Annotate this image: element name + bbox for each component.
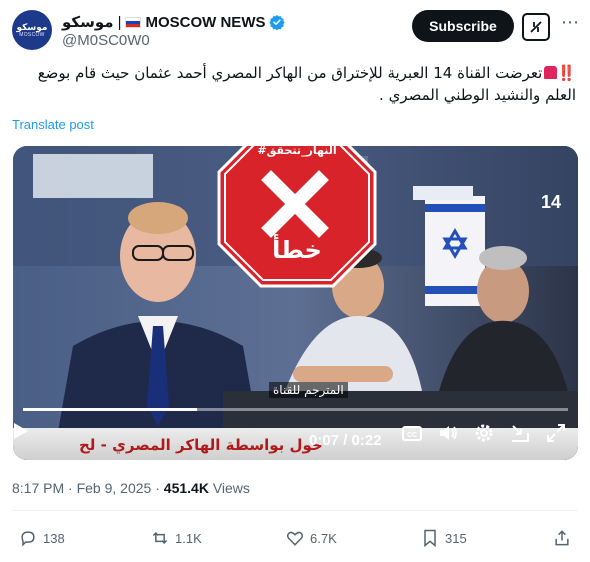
share-button[interactable] [552, 528, 572, 548]
meta-dot: · [68, 480, 73, 496]
post-text: ‼️تعرضت القناة 14 العبرية للإختراق من ال… [10, 62, 576, 106]
channel-number: 14 [541, 192, 561, 212]
post-date[interactable]: Feb 9, 2025 [77, 480, 152, 496]
fullscreen-icon[interactable] [545, 422, 567, 444]
reply-count: 138 [43, 530, 65, 546]
video-frame: 14 #النهار_تتحقق خطأ [13, 146, 578, 460]
false-rating-stamp [217, 146, 377, 288]
heart-icon [286, 531, 304, 546]
video-subtitle: المترجم للقناة [269, 382, 348, 398]
views-label: Views [212, 480, 250, 496]
like-count: 6.7K [310, 530, 337, 546]
post-body: تعرضت القناة 14 العبرية للإختراق من الها… [37, 64, 576, 104]
video-progress-bar[interactable] [23, 408, 568, 411]
display-name-english: MOSCOW NEWS [145, 13, 266, 31]
avatar-logo-arabic: موسكو [16, 22, 48, 32]
settings-gear-icon[interactable] [473, 422, 495, 444]
volume-icon[interactable] [437, 422, 459, 444]
subscribe-button[interactable]: Subscribe [412, 10, 514, 42]
display-name-arabic: موسكو [62, 13, 114, 31]
post-time[interactable]: 8:17 PM [12, 480, 64, 496]
picture-in-picture-icon[interactable] [509, 422, 531, 444]
svg-text:CC: CC [407, 432, 417, 439]
repost-button[interactable]: 1.1K [150, 528, 202, 548]
avatar-logo-english: MOSCOW [19, 32, 45, 38]
avatar[interactable]: موسكو MOSCOW [12, 10, 52, 50]
double-exclamation-emoji: ‼️ [557, 64, 576, 82]
video-player[interactable]: 14 #النهار_تتحقق خطأ المترجم للقناة حول … [13, 146, 578, 460]
translate-post-link[interactable]: Translate post [12, 117, 94, 132]
bookmark-button[interactable]: 315 [420, 528, 467, 548]
grok-icon[interactable] [522, 13, 550, 41]
video-controls: 0:07 / 0:22 CC [13, 422, 578, 460]
more-icon[interactable]: ⋯ [560, 13, 580, 34]
post-header: موسكو MOSCOW موسكو | MOSCOW NEWS @M0SC0W… [12, 10, 580, 54]
reply-icon [21, 531, 35, 547]
like-button[interactable]: 6.7K [285, 528, 337, 548]
divider [12, 510, 578, 511]
russia-flag-icon [125, 16, 142, 28]
display-name[interactable]: موسكو | MOSCOW NEWS [62, 12, 286, 32]
repost-icon [152, 531, 168, 545]
verified-badge-icon [269, 15, 286, 30]
account-handle[interactable]: @M0SC0W0 [62, 32, 150, 49]
repost-count: 1.1K [175, 530, 202, 546]
action-bar: 138 1.1K 6.7K 315 [12, 524, 578, 554]
views-count: 451.4K [163, 480, 209, 496]
share-icon [555, 530, 569, 546]
video-time: 0:07 / 0:22 [309, 432, 382, 449]
grok-glyph-icon [530, 21, 542, 33]
video-progress-fill [23, 408, 198, 411]
bookmark-count: 315 [445, 530, 467, 546]
siren-emoji-icon [544, 66, 558, 79]
play-icon[interactable] [13, 422, 29, 440]
closed-captions-icon[interactable]: CC [401, 422, 423, 444]
stamp-hashtag: #النهار_تتحقق [257, 146, 336, 157]
stamp-verdict: خطأ [272, 234, 322, 264]
bookmark-icon [424, 529, 436, 548]
post-meta: 8:17 PM · Feb 9, 2025 · 451.4K Views [12, 480, 250, 496]
reply-button[interactable]: 138 [18, 528, 65, 548]
display-name-separator: | [117, 13, 122, 31]
meta-dot-2: · [155, 480, 160, 496]
